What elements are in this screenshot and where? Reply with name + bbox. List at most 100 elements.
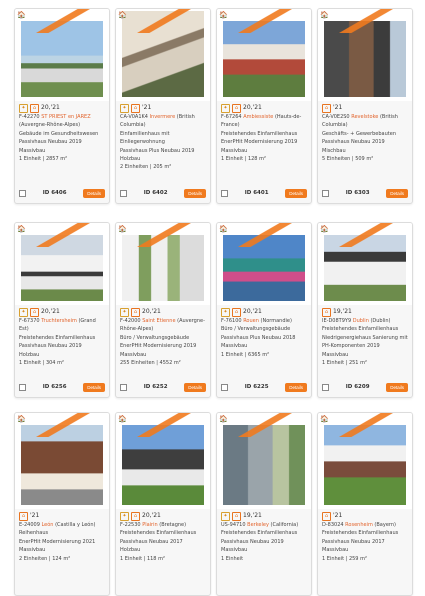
details-button[interactable]: Details: [184, 188, 206, 198]
location: F-22530 Plairin (Bretagne): [120, 521, 206, 529]
project-photo[interactable]: 🏠: [15, 223, 109, 305]
project-card[interactable]: 🏠 ✦ ⌂ 20,'21 F-22530 Plairin (Bretagne) Fr…: [115, 412, 211, 596]
project-id: ID 6406: [42, 190, 67, 196]
location: IE-D08T9Y9 Dublin (Dublin): [322, 317, 408, 325]
new-banner: [318, 223, 412, 247]
compare-checkbox[interactable]: [120, 383, 127, 391]
project-photo[interactable]: 🏠: [116, 413, 210, 509]
year-label: '21: [30, 512, 40, 520]
units-area: 255 Einheiten | 4552 m²: [120, 360, 181, 367]
project-photo[interactable]: 🏠: [15, 9, 109, 101]
postcode: F-42270: [19, 114, 42, 120]
standard: EnerPHit Modernisierung 2021: [19, 538, 96, 545]
certificate-icon: 🏠: [118, 225, 127, 233]
project-card[interactable]: 🏠 ✦ ⌂ 20,'21 F-67370 Truchtersheim (Grand …: [14, 222, 110, 398]
certificate-icon: 🏠: [219, 225, 228, 233]
city-link[interactable]: Truchtersheim: [41, 318, 77, 324]
details-button[interactable]: Details: [386, 188, 408, 198]
project-card[interactable]: 🏠 ✦ ⌂ '21 CA-V0A1K4 Invermere (British Col…: [115, 8, 211, 204]
city-link[interactable]: León: [41, 522, 53, 528]
details-button[interactable]: Details: [83, 382, 105, 392]
details-button[interactable]: Details: [83, 188, 105, 198]
city-link[interactable]: Plairin: [142, 522, 157, 528]
new-banner: [15, 413, 109, 437]
building-type: Reihenhaus: [19, 530, 49, 537]
house-icon: ⌂: [322, 512, 331, 521]
compare-checkbox[interactable]: [19, 383, 26, 391]
city-link[interactable]: Ambiessiste: [243, 114, 273, 120]
year-label: 20,'21: [41, 104, 60, 112]
compare-checkbox[interactable]: [120, 189, 127, 197]
certificate-icon: 🏠: [320, 225, 329, 233]
project-card[interactable]: 🏠 ⌂ 19,'21 IE-D08T9Y9 Dublin (Dublin) Fre…: [317, 222, 413, 398]
project-photo[interactable]: 🏠: [318, 9, 412, 101]
new-banner: [217, 9, 311, 33]
project-id: ID 6402: [143, 190, 168, 196]
city-link[interactable]: Berkeley: [247, 522, 269, 528]
city-link[interactable]: Saint Etienne: [142, 318, 175, 324]
region: (Bretagne): [157, 522, 187, 528]
city-link[interactable]: Dublin: [353, 318, 369, 324]
project-card[interactable]: 🏠 ⌂ '21 D-83024 Rosenheim (Bayern) Freist…: [317, 412, 413, 596]
project-card[interactable]: 🏠 ✦ ⌂ 19,'21 US-94710 Berkeley (California…: [216, 412, 312, 596]
project-photo[interactable]: 🏠: [217, 9, 311, 101]
project-card[interactable]: 🏠 ✦ ⌂ 20,'21 F-67264 Ambiessiste (Hauts-de…: [216, 8, 312, 204]
certificate-icon: 🏠: [219, 11, 228, 19]
details-button[interactable]: Details: [285, 188, 307, 198]
year-label: 20,'21: [142, 512, 161, 520]
project-photo[interactable]: 🏠: [116, 9, 210, 101]
details-button[interactable]: Details: [386, 382, 408, 392]
project-card[interactable]: 🏠 ✦ ⌂ 20,'21 F-76100 Rouen (Normandie) Bür…: [216, 222, 312, 398]
project-photo[interactable]: 🏠: [217, 223, 311, 305]
project-card[interactable]: 🏠 ⌂ '21 E-24009 León (Castilla y León) Re…: [14, 412, 110, 596]
building-type: Geschäfts- + Gewerbebauten: [322, 130, 396, 137]
city-link[interactable]: Invermere: [150, 114, 176, 120]
project-id: ID 6252: [143, 384, 168, 390]
project-photo[interactable]: 🏠: [318, 223, 412, 305]
details-button[interactable]: Details: [184, 382, 206, 392]
compare-checkbox[interactable]: [221, 189, 228, 197]
certificate-icon: 🏠: [118, 415, 127, 423]
details-button[interactable]: Details: [285, 382, 307, 392]
year-label: 20,'21: [41, 308, 60, 316]
construction: Massivbau: [221, 147, 248, 154]
building-type: Freistehendes Einfamilienhaus: [322, 326, 399, 333]
standard: Passivhaus Neubau 2017: [322, 538, 385, 545]
postcode: F-67264: [221, 114, 244, 120]
project-card[interactable]: 🏠 ⌂ '21 CA-V0E2S0 Revelstoke (British Col…: [317, 8, 413, 204]
city-link[interactable]: ST PRIEST en JAREZ: [41, 114, 90, 120]
postcode: CA-V0E2S0: [322, 114, 352, 120]
city-link[interactable]: Revelstoke: [351, 114, 378, 120]
project-id: ID 6303: [345, 190, 370, 196]
location: F-42000 Saint Etienne (Auvergne-Rhône-Al…: [120, 317, 206, 334]
location: F-67264 Ambiessiste (Hauts-de-France): [221, 113, 307, 130]
compare-checkbox[interactable]: [322, 383, 329, 391]
project-card[interactable]: 🏠 ✦ ⌂ 20,'21 F-42270 ST PRIEST en JAREZ (A…: [14, 8, 110, 204]
postcode: F-67370: [19, 318, 42, 324]
building-image: [122, 425, 204, 505]
units-area: 1 Einheit | 259 m²: [322, 555, 367, 562]
city-link[interactable]: Rouen: [243, 318, 259, 324]
construction: Massivbau: [221, 547, 248, 554]
construction: Massivbau: [120, 351, 147, 358]
project-photo[interactable]: 🏠: [15, 413, 109, 509]
project-photo[interactable]: 🏠: [116, 223, 210, 305]
standard: Passivhaus Plus Neubau 2018: [221, 334, 296, 341]
location: F-76100 Rouen (Normandie): [221, 317, 307, 325]
project-id: ID 6401: [244, 190, 269, 196]
compare-checkbox[interactable]: [221, 383, 228, 391]
construction: Massivbau: [322, 351, 349, 358]
project-id: ID 6209: [345, 384, 370, 390]
compare-checkbox[interactable]: [19, 189, 26, 197]
building-image: [21, 425, 103, 505]
award-icon: ✦: [19, 104, 28, 113]
region: (Bayern): [372, 522, 396, 528]
construction: Massivbau: [19, 547, 46, 554]
compare-checkbox[interactable]: [322, 189, 329, 197]
project-photo[interactable]: 🏠: [318, 413, 412, 509]
certificate-icon: 🏠: [320, 11, 329, 19]
project-card[interactable]: 🏠 ✦ ⌂ 20,'21 F-42000 Saint Etienne (Auverg…: [115, 222, 211, 398]
units-area: 1 Einheit | 6365 m²: [221, 351, 270, 358]
city-link[interactable]: Rosenheim: [345, 522, 373, 528]
project-photo[interactable]: 🏠: [217, 413, 311, 509]
